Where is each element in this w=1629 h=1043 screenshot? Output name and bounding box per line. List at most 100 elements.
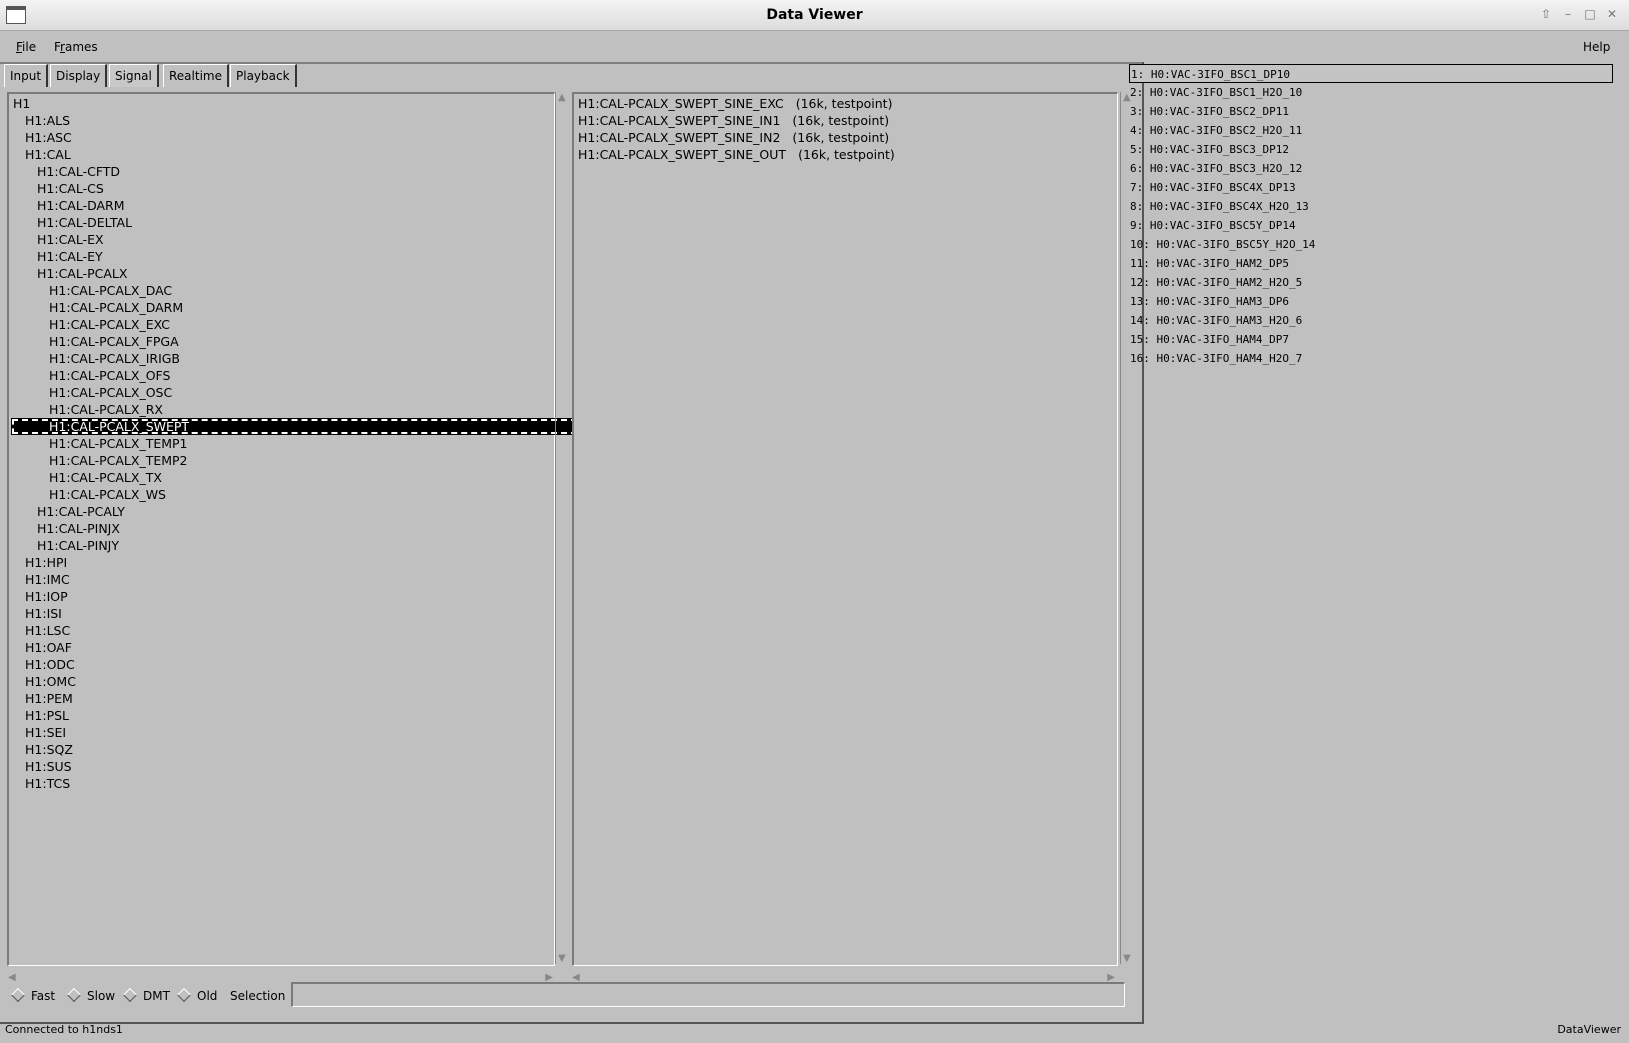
tree-item[interactable]: H1:CAL-PCALX_RX xyxy=(9,401,163,418)
channel-name: H1:CAL-PCALX_SWEPT_SINE_OUT xyxy=(578,147,787,162)
channel-list-item[interactable]: 14: H0:VAC-3IFO_HAM3_H2O_6 xyxy=(1129,311,1302,330)
tree-item[interactable]: H1:CAL-PCALX_TEMP2 xyxy=(9,452,188,469)
tree-item[interactable]: H1:IOP xyxy=(9,588,68,605)
channel-list-item[interactable]: 11: H0:VAC-3IFO_HAM2_DP5 xyxy=(1129,254,1289,273)
tree-item[interactable]: H1:CAL-PCALX_DAC xyxy=(9,282,172,299)
channel-list-item[interactable]: 3: H0:VAC-3IFO_BSC2_DP11 xyxy=(1129,102,1289,121)
tree-item[interactable]: H1:ASC xyxy=(9,129,72,146)
tab-display[interactable]: Display xyxy=(50,64,108,87)
tree-item[interactable]: H1:CAL-CFTD xyxy=(9,163,120,180)
tab-signal[interactable]: Signal xyxy=(109,64,159,87)
channel-list-item[interactable]: 5: H0:VAC-3IFO_BSC3_DP12 xyxy=(1129,140,1289,159)
tree-item[interactable]: H1:TCS xyxy=(9,775,70,792)
tree-item[interactable]: H1:CAL-PCALX_EXC xyxy=(9,316,170,333)
channel-list-item[interactable]: 4: H0:VAC-3IFO_BSC2_H2O_11 xyxy=(1129,121,1302,140)
shade-icon[interactable]: ⇧ xyxy=(1537,6,1555,22)
tree-item[interactable]: H1:SUS xyxy=(9,758,72,775)
tree-item[interactable]: H1:CAL-PCALX_IRIGB xyxy=(9,350,180,367)
tree-item[interactable]: H1:OMC xyxy=(9,673,76,690)
tree-item[interactable]: H1:CAL-PCALX_SWEPT xyxy=(11,418,588,435)
scroll-down-icon[interactable]: ▼ xyxy=(558,953,566,964)
channel-item[interactable]: H1:CAL-PCALX_SWEPT_SINE_EXC (16k, testpoi… xyxy=(574,95,892,112)
bottom-controls: Fast Slow DMT Old Selection xyxy=(7,982,1137,1011)
tree-item[interactable]: H1:ISI xyxy=(9,605,62,622)
menu-frames[interactable]: Frames xyxy=(54,40,98,54)
channel-info: (16k, testpoint) xyxy=(795,96,893,111)
channel-list-item[interactable]: 12: H0:VAC-3IFO_HAM2_H2O_5 xyxy=(1129,273,1302,292)
radio-diamond-icon xyxy=(66,987,82,1003)
channel-list-item[interactable]: 9: H0:VAC-3IFO_BSC5Y_DP14 xyxy=(1129,216,1296,235)
scroll-left-icon[interactable]: ◀ xyxy=(8,972,16,983)
tree-item[interactable]: H1:OAF xyxy=(9,639,72,656)
tree-item[interactable]: H1:ALS xyxy=(9,112,70,129)
tree-item[interactable]: H1:CAL-CS xyxy=(9,180,104,197)
tree-item[interactable]: H1:LSC xyxy=(9,622,70,639)
menu-bar: File Frames xyxy=(0,32,1142,64)
tree-item[interactable]: H1:PEM xyxy=(9,690,73,707)
channel-list-item[interactable]: 8: H0:VAC-3IFO_BSC4X_H2O_13 xyxy=(1129,197,1309,216)
channel-item[interactable]: H1:CAL-PCALX_SWEPT_SINE_OUT (16k, testpoi… xyxy=(574,146,895,163)
tree-item[interactable]: H1:CAL-PCALX_TEMP1 xyxy=(9,435,188,452)
status-text: Connected to h1nds1 xyxy=(5,1023,123,1036)
tree-item[interactable]: H1:SEI xyxy=(9,724,66,741)
selected-channel-list[interactable]: 1: H0:VAC-3IFO_BSC1_DP10 2: H0:VAC-3IFO_B… xyxy=(1129,64,1626,365)
tree-item[interactable]: H1:CAL-PCALX_DARM xyxy=(9,299,183,316)
scroll-down-icon[interactable]: ▼ xyxy=(1123,953,1131,964)
minimize-icon[interactable]: – xyxy=(1559,6,1577,22)
selection-input[interactable] xyxy=(291,982,1125,1007)
channel-item[interactable]: H1:CAL-PCALX_SWEPT_SINE_IN1 (16k, testpoi… xyxy=(574,112,889,129)
tree-item[interactable]: H1:CAL-PCALX_OFS xyxy=(9,367,170,384)
radio-label: Fast xyxy=(31,989,56,1003)
radio-old[interactable]: Old xyxy=(176,987,217,1003)
maximize-icon[interactable]: □ xyxy=(1581,6,1599,22)
tab-input[interactable]: Input xyxy=(4,64,49,87)
radio-slow[interactable]: Slow xyxy=(66,987,116,1003)
tree-item[interactable]: H1:CAL-EX xyxy=(9,231,104,248)
channel-list-item[interactable]: 16: H0:VAC-3IFO_HAM4_H2O_7 xyxy=(1129,349,1302,368)
menu-help[interactable]: Help xyxy=(1583,40,1610,54)
radio-label: DMT xyxy=(143,989,170,1003)
radio-diamond-icon xyxy=(176,987,192,1003)
tree-item[interactable]: H1:ODC xyxy=(9,656,75,673)
channel-item[interactable]: H1:CAL-PCALX_SWEPT_SINE_IN2 (16k, testpoi… xyxy=(574,129,889,146)
title-bar: Data Viewer ⇧ – □ ✕ xyxy=(0,0,1629,31)
channel-panel[interactable]: H1:CAL-PCALX_SWEPT_SINE_EXC (16k, testpoi… xyxy=(572,92,1118,966)
tree-item[interactable]: H1:CAL-PCALX xyxy=(9,265,127,282)
channel-list-item[interactable]: 6: H0:VAC-3IFO_BSC3_H2O_12 xyxy=(1129,159,1302,178)
tree-item[interactable]: H1:CAL-DARM xyxy=(9,197,125,214)
menu-file[interactable]: File xyxy=(16,40,36,54)
tree-item[interactable]: H1:CAL xyxy=(9,146,71,163)
tree-item[interactable]: H1:CAL-EY xyxy=(9,248,103,265)
tree-item[interactable]: H1:HPI xyxy=(9,554,67,571)
radio-label: Slow xyxy=(87,989,116,1003)
window-title: Data Viewer xyxy=(766,7,863,23)
tree-item[interactable]: H1:SQZ xyxy=(9,741,73,758)
tree-item[interactable]: H1:CAL-PCALX_TX xyxy=(9,469,162,486)
channel-list-item[interactable]: 15: H0:VAC-3IFO_HAM4_DP7 xyxy=(1129,330,1289,349)
tree-item[interactable]: H1:PSL xyxy=(9,707,69,724)
close-icon[interactable]: ✕ xyxy=(1603,6,1621,22)
tree-vertical-scrollbar[interactable]: ▲ ▼ xyxy=(555,92,570,964)
scroll-up-icon[interactable]: ▲ xyxy=(558,92,566,103)
tree-item[interactable]: H1:CAL-PCALY xyxy=(9,503,125,520)
tree-item[interactable]: H1:CAL-PCALX_WS xyxy=(9,486,166,503)
tab-realtime[interactable]: Realtime xyxy=(163,64,229,87)
channel-list-item[interactable]: 10: H0:VAC-3IFO_BSC5Y_H2O_14 xyxy=(1129,235,1315,254)
tree-item[interactable]: H1 xyxy=(9,95,30,112)
radio-fast[interactable]: Fast xyxy=(10,987,56,1003)
signal-tree[interactable]: H1 H1:ALS H1:ASC H1:CAL H1:CAL-CFTD H1:CAL-CS… xyxy=(7,92,588,966)
app-name-label: DataViewer xyxy=(1557,1023,1621,1036)
radio-dmt[interactable]: DMT xyxy=(122,987,170,1003)
channel-name: H1:CAL-PCALX_SWEPT_SINE_IN2 xyxy=(578,130,781,145)
channel-list-item[interactable]: 13: H0:VAC-3IFO_HAM3_DP6 xyxy=(1129,292,1289,311)
tree-item[interactable]: H1:CAL-PCALX_OSC xyxy=(9,384,172,401)
tree-item[interactable]: H1:CAL-DELTAL xyxy=(9,214,132,231)
tree-item[interactable]: H1:CAL-PINJX xyxy=(9,520,120,537)
channel-list-item[interactable]: 1: H0:VAC-3IFO_BSC1_DP10 xyxy=(1129,64,1613,83)
tab-playback[interactable]: Playback xyxy=(230,64,297,87)
channel-list-item[interactable]: 7: H0:VAC-3IFO_BSC4X_DP13 xyxy=(1129,178,1296,197)
tree-item[interactable]: H1:CAL-PINJY xyxy=(9,537,119,554)
tree-item[interactable]: H1:CAL-PCALX_FPGA xyxy=(9,333,179,350)
tree-item[interactable]: H1:IMC xyxy=(9,571,70,588)
channel-list-item[interactable]: 2: H0:VAC-3IFO_BSC1_H2O_10 xyxy=(1129,83,1302,102)
